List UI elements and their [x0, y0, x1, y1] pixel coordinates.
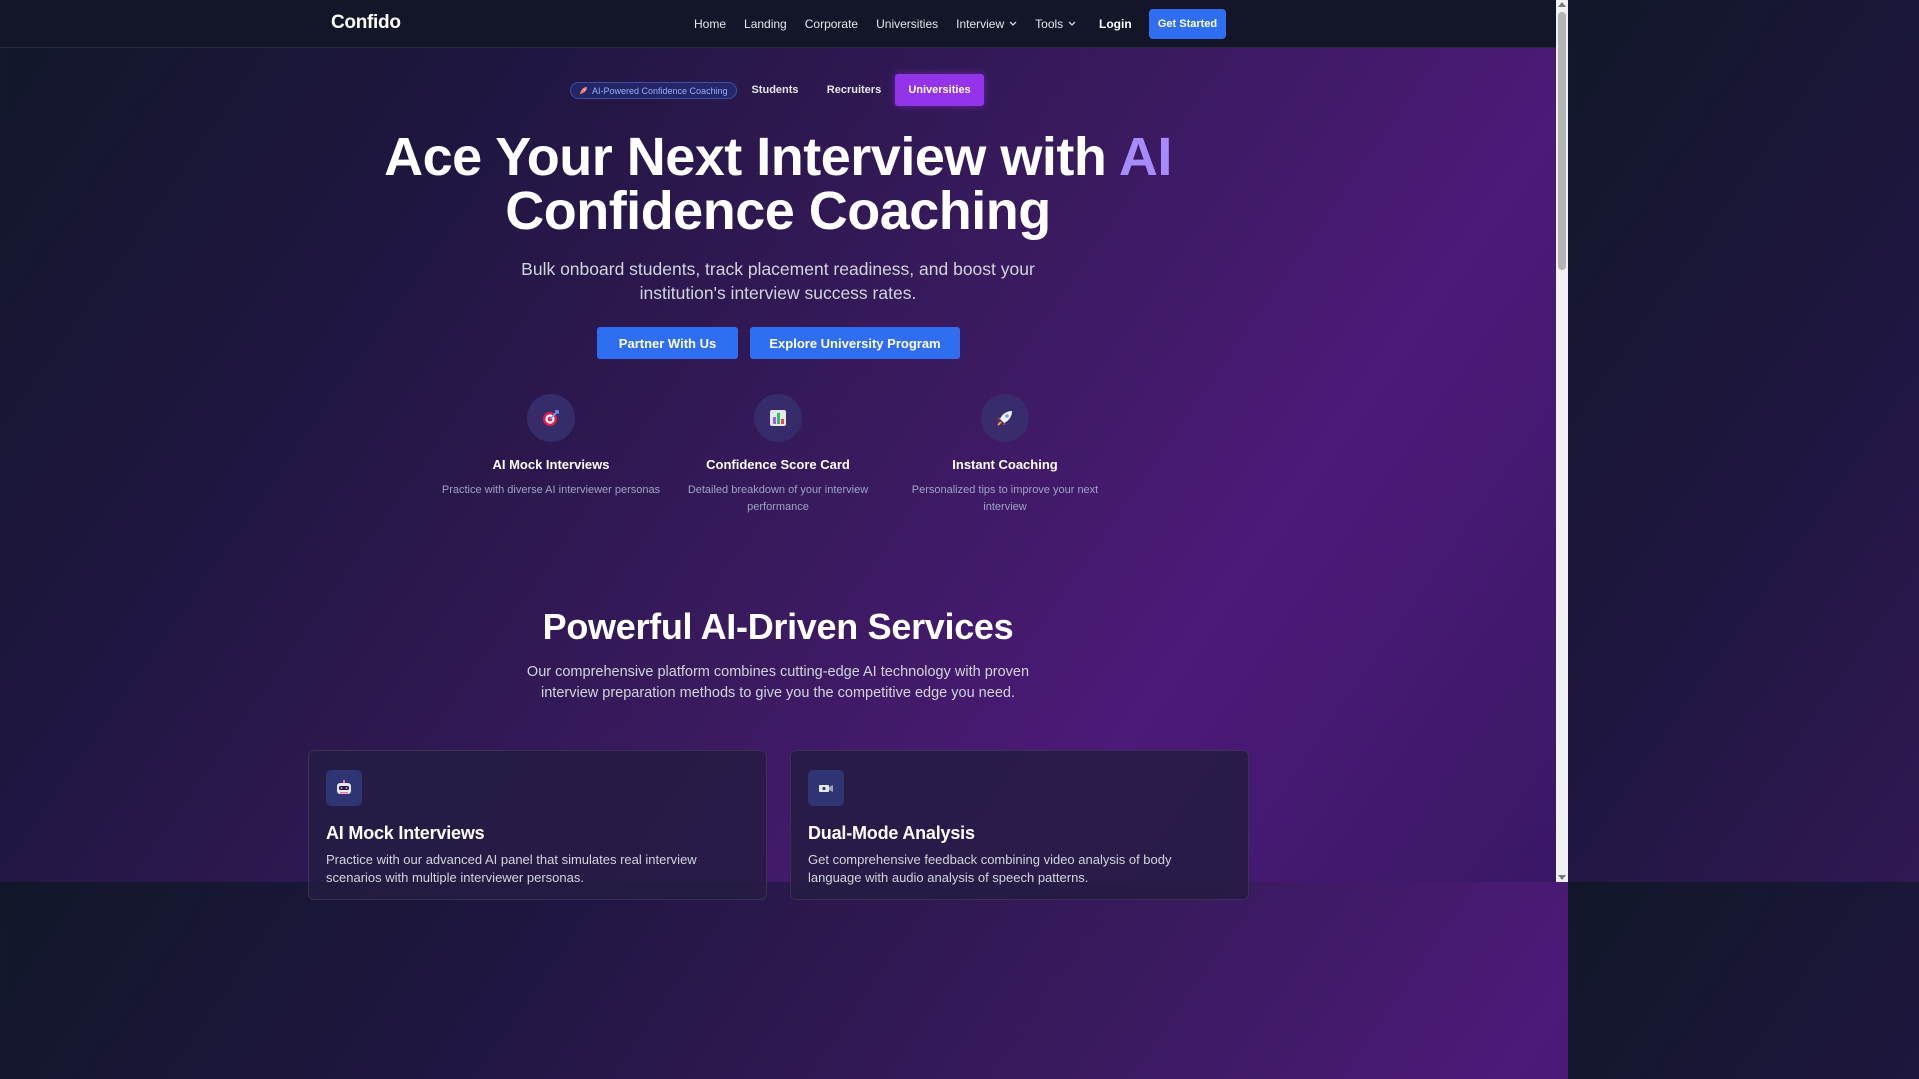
nav-dropdown-interview-label: Interview: [956, 17, 1005, 31]
hero-title-accent: AI: [1118, 127, 1173, 187]
page-scrollbar[interactable]: [1556, 0, 1568, 882]
services-title: Powerful AI-Driven Services: [542, 606, 1014, 647]
chevron-down-icon: [1068, 21, 1076, 26]
card-description: Get comprehensive feedback combining vid…: [808, 852, 1172, 885]
feature-icon-wrap: [981, 394, 1029, 442]
feature-confidence-score-card: Confidence Score Card Detailed breakdown…: [668, 394, 888, 516]
rocket-icon: [997, 411, 1012, 426]
feature-icon-wrap: [754, 394, 802, 442]
tab-universities[interactable]: Universities: [895, 74, 984, 106]
card-icon-wrap: [808, 770, 844, 806]
nav-dropdown-tools[interactable]: Tools: [1035, 17, 1076, 31]
login-link[interactable]: Login: [1099, 17, 1132, 31]
scrollbar-thumb[interactable]: [1558, 12, 1566, 270]
feature-instant-coaching: Instant Coaching Personalized tips to im…: [895, 394, 1115, 516]
scroll-up-arrow-icon[interactable]: [1558, 2, 1566, 7]
nav-link-home[interactable]: Home: [694, 17, 726, 31]
card-title: AI Mock Interviews: [326, 823, 485, 843]
logo[interactable]: Confido: [331, 12, 401, 34]
hero-title-line2: Confidence Coaching: [505, 181, 1051, 241]
hero-title: Ace Your Next Interview with AI Confiden…: [0, 130, 1556, 238]
bar-chart-icon: [770, 410, 786, 426]
robot-icon: [337, 780, 351, 794]
explore-university-program-button[interactable]: Explore University Program: [750, 327, 960, 359]
badge-label: AI-Powered Confidence Coaching: [592, 85, 728, 96]
card-description: Practice with our advanced AI panel that…: [326, 852, 697, 885]
feature-title: AI Mock Interviews: [492, 457, 610, 472]
nav-dropdown-interview[interactable]: Interview: [956, 17, 1017, 31]
nav-link-corporate[interactable]: Corporate: [805, 17, 858, 31]
ai-coaching-badge: AI-Powered Confidence Coaching: [570, 82, 737, 99]
feature-title: Confidence Score Card: [706, 457, 850, 472]
tab-recruiters[interactable]: Recruiters: [820, 74, 888, 106]
nav-links: Home Landing Corporate Universities Inte…: [694, 0, 1094, 48]
target-icon: [543, 410, 559, 426]
nav-link-landing[interactable]: Landing: [744, 17, 787, 31]
services-subtitle: Our comprehensive platform combines cutt…: [526, 664, 1030, 701]
card-title: Dual-Mode Analysis: [808, 823, 975, 843]
feature-description: Personalized tips to improve your next i…: [911, 484, 1099, 513]
chevron-down-icon: [1009, 21, 1017, 26]
nav-dropdown-tools-label: Tools: [1035, 17, 1064, 31]
service-card-ai-mock-interviews[interactable]: AI Mock Interviews Practice with our adv…: [308, 750, 767, 900]
card-icon-wrap: [326, 770, 362, 806]
feature-icon-wrap: [527, 394, 575, 442]
service-card-dual-mode-analysis[interactable]: Dual-Mode Analysis Get comprehensive fee…: [790, 750, 1249, 900]
video-camera-icon: [819, 785, 833, 792]
nav-link-universities[interactable]: Universities: [876, 17, 938, 31]
feature-description: Detailed breakdown of your interview per…: [687, 484, 869, 513]
scroll-down-arrow-icon[interactable]: [1558, 875, 1566, 880]
hero-title-line1: Ace Your Next Interview with: [384, 127, 1107, 187]
feature-title: Instant Coaching: [952, 457, 1058, 472]
rocket-icon: [579, 86, 588, 95]
get-started-button[interactable]: Get Started: [1149, 9, 1226, 39]
tab-students[interactable]: Students: [745, 74, 805, 106]
top-navbar: Confido Home Landing Corporate Universit…: [0, 0, 1556, 48]
feature-description: Practice with diverse AI interviewer per…: [441, 484, 661, 496]
feature-ai-mock-interviews: AI Mock Interviews Practice with diverse…: [441, 394, 661, 499]
partner-with-us-button[interactable]: Partner With Us: [597, 327, 738, 359]
hero-subtitle: Bulk onboard students, track placement r…: [521, 259, 1035, 303]
